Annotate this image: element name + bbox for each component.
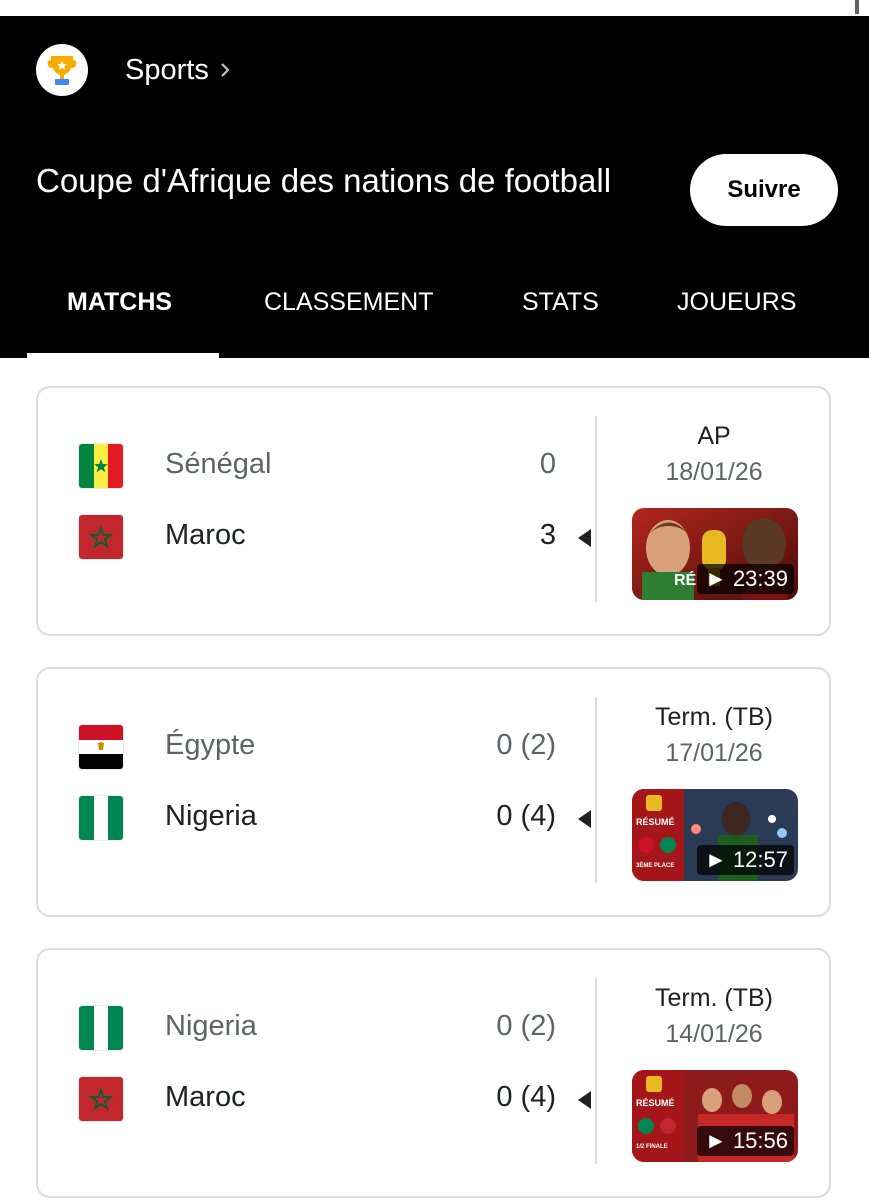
video-overlay-subtext: 1/2 FINALE <box>636 1144 668 1150</box>
winner-arrow-icon <box>578 1091 591 1109</box>
team-row: Sénégal 0 <box>38 436 598 496</box>
match-card[interactable]: Sénégal 0 Maroc 3 AP 18/01/26 RÉ ► 23:39 <box>36 386 831 636</box>
team-name: Sénégal <box>165 448 272 480</box>
match-date: 14/01/26 <box>665 1020 763 1048</box>
morocco-flag <box>79 515 123 559</box>
team-score: 0 (4) <box>496 800 556 832</box>
video-thumbnail[interactable]: RÉSUMÉ 3ÈME PLACE ► 12:57 <box>632 789 798 881</box>
active-tab-indicator <box>27 353 219 358</box>
senegal-flag <box>79 444 123 488</box>
follow-button[interactable]: Suivre <box>690 154 838 226</box>
team-row: Nigeria 0 (2) <box>38 998 598 1058</box>
video-overlay-text: RÉ <box>674 572 697 589</box>
tab-matchs[interactable]: MATCHS <box>67 288 172 317</box>
match-status: Term. (TB) <box>654 703 774 731</box>
scroll-indicator <box>855 0 859 14</box>
team-score: 0 (2) <box>496 729 556 761</box>
match-date: 17/01/26 <box>665 739 763 767</box>
sports-header: Sports Coupe d'Afrique des nations de fo… <box>0 16 869 358</box>
video-thumbnail[interactable]: RÉSUMÉ 1/2 FINALE ► 15:56 <box>632 1070 798 1162</box>
team-row: Maroc 3 <box>38 507 598 567</box>
team-row: Nigeria 0 (4) <box>38 788 598 848</box>
match-card[interactable]: Égypte 0 (2) Nigeria 0 (4) Term. (TB) 17… <box>36 667 831 917</box>
chevron-right-icon <box>221 63 230 77</box>
match-card[interactable]: Nigeria 0 (2) Maroc 0 (4) Term. (TB) 14/… <box>36 948 831 1198</box>
team-row: Maroc 0 (4) <box>38 1069 598 1129</box>
breadcrumb-label: Sports <box>125 53 209 86</box>
team-name: Nigeria <box>165 800 257 832</box>
nigeria-flag <box>79 1006 123 1050</box>
breadcrumb[interactable]: Sports <box>36 44 231 96</box>
match-status: AP <box>697 422 731 450</box>
team-score: 0 <box>539 448 556 480</box>
team-score: 0 (2) <box>496 1010 556 1042</box>
video-duration: ► 23:39 <box>697 564 794 594</box>
egypt-flag <box>79 725 123 769</box>
nigeria-flag <box>79 796 123 840</box>
video-overlay-text: RÉSUMÉ <box>636 1098 675 1108</box>
match-status: Term. (TB) <box>654 984 774 1012</box>
team-row: Égypte 0 (2) <box>38 717 598 777</box>
team-score: 3 <box>539 519 556 551</box>
team-name: Maroc <box>165 1081 246 1113</box>
team-name: Nigeria <box>165 1010 257 1042</box>
page-title: Coupe d'Afrique des nations de football <box>36 162 612 199</box>
winner-arrow-icon <box>578 810 591 828</box>
status-strip <box>0 0 869 16</box>
video-thumbnail[interactable]: RÉ ► 23:39 <box>632 508 798 600</box>
winner-arrow-icon <box>578 529 591 547</box>
match-date: 18/01/26 <box>665 458 763 486</box>
video-overlay-text: RÉSUMÉ <box>636 817 675 827</box>
morocco-flag <box>79 1077 123 1121</box>
video-duration: ► 12:57 <box>697 845 794 875</box>
tab-classement[interactable]: CLASSEMENT <box>264 288 433 317</box>
tab-joueurs[interactable]: JOUEURS <box>677 288 796 317</box>
team-score: 0 (4) <box>496 1081 556 1113</box>
trophy-icon <box>36 44 88 96</box>
video-duration: ► 15:56 <box>697 1126 794 1156</box>
video-overlay-subtext: 3ÈME PLACE <box>636 863 675 869</box>
team-name: Maroc <box>165 519 246 551</box>
team-name: Égypte <box>165 729 256 761</box>
tab-stats[interactable]: STATS <box>522 288 599 317</box>
